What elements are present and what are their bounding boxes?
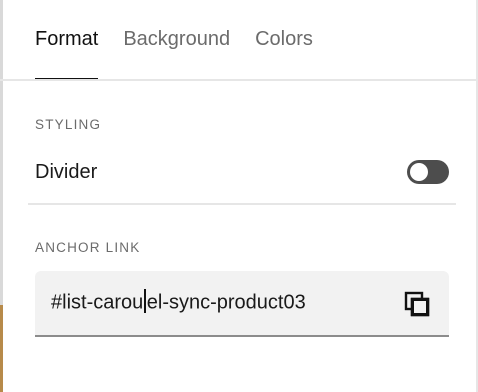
divider-label: Divider xyxy=(35,160,98,183)
anchor-link-section-label: ANCHOR LINK xyxy=(35,240,141,255)
anchor-value-after-caret: el-sync-product03 xyxy=(146,291,306,314)
anchor-value-before-caret: #list-carou xyxy=(51,291,144,314)
styling-section-label: STYLING xyxy=(35,117,102,132)
text-caret xyxy=(144,289,146,313)
left-edge-image-sliver xyxy=(0,305,3,392)
toggle-knob xyxy=(410,163,428,181)
format-panel: Format Background Colors STYLING Divider… xyxy=(0,0,478,392)
section-divider xyxy=(28,203,456,205)
copy-icon xyxy=(404,291,430,317)
tab-background[interactable]: Background xyxy=(123,0,230,80)
tab-bar-divider xyxy=(0,79,476,81)
divider-setting-row: Divider xyxy=(35,154,449,190)
copy-button[interactable] xyxy=(403,290,431,318)
tab-bar: Format Background Colors xyxy=(35,0,338,81)
divider-toggle[interactable] xyxy=(407,160,449,184)
anchor-link-value[interactable]: #list-carou el-sync-product03 xyxy=(51,289,306,315)
tab-format[interactable]: Format xyxy=(35,0,99,81)
anchor-link-input[interactable]: #list-carou el-sync-product03 xyxy=(35,271,449,337)
tab-colors[interactable]: Colors xyxy=(255,0,313,80)
